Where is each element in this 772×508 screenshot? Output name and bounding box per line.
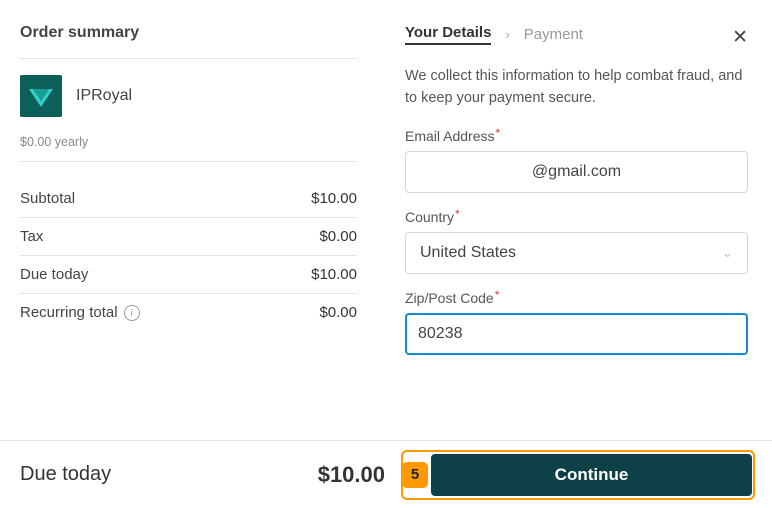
email-input[interactable] (405, 151, 748, 193)
footer-due-amount: $10.00 (318, 462, 385, 488)
country-label: Country* (405, 209, 748, 225)
chevron-down-icon: ⌄ (722, 245, 733, 261)
product-image (20, 75, 62, 117)
field-email: Email Address* (405, 128, 748, 193)
line-subtotal: Subtotal $10.00 (20, 180, 357, 218)
crumb-payment: Payment (524, 26, 583, 43)
close-icon[interactable]: ✕ (732, 26, 748, 49)
recurring-value: $0.00 (319, 304, 357, 321)
due-today-value: $10.00 (311, 266, 357, 283)
product-row: IPRoyal (20, 75, 357, 117)
due-today-label: Due today (20, 266, 88, 283)
tax-value: $0.00 (319, 228, 357, 245)
footer-due-label: Due today (20, 463, 111, 486)
zip-input[interactable] (405, 313, 748, 355)
checkout-breadcrumb: Your Details › Payment (405, 24, 748, 45)
subtotal-value: $10.00 (311, 190, 357, 207)
panel-description: We collect this information to help comb… (405, 65, 748, 110)
country-value: United States (420, 244, 516, 262)
line-due-today: Due today $10.00 (20, 256, 357, 294)
field-zip: Zip/Post Code* (405, 290, 748, 355)
field-country: Country* United States ⌄ (405, 209, 748, 274)
chevron-right-icon: › (505, 27, 509, 42)
line-recurring: Recurring total i $0.00 (20, 294, 357, 331)
info-icon[interactable]: i (124, 305, 140, 321)
continue-button[interactable]: Continue (431, 454, 752, 496)
order-summary-title: Order summary (20, 24, 357, 59)
subtotal-label: Subtotal (20, 190, 75, 207)
zip-label: Zip/Post Code* (405, 290, 748, 306)
footer-summary: Due today $10.00 (20, 462, 385, 488)
checkout-footer: Due today $10.00 5 Continue (0, 440, 772, 508)
product-name: IPRoyal (76, 87, 132, 105)
line-tax: Tax $0.00 (20, 218, 357, 256)
billing-interval: $0.00 yearly (20, 135, 357, 162)
details-panel: Your Details › Payment ✕ We collect this… (385, 0, 772, 440)
step-badge: 5 (402, 462, 428, 488)
crumb-your-details[interactable]: Your Details (405, 24, 491, 45)
recurring-label: Recurring total i (20, 304, 140, 321)
country-select[interactable]: United States ⌄ (405, 232, 748, 274)
email-label: Email Address* (405, 128, 748, 144)
tax-label: Tax (20, 228, 43, 245)
cta-wrap: 5 Continue (405, 454, 752, 496)
order-summary-panel: Order summary IPRoyal $0.00 yearly Subto… (0, 0, 385, 440)
